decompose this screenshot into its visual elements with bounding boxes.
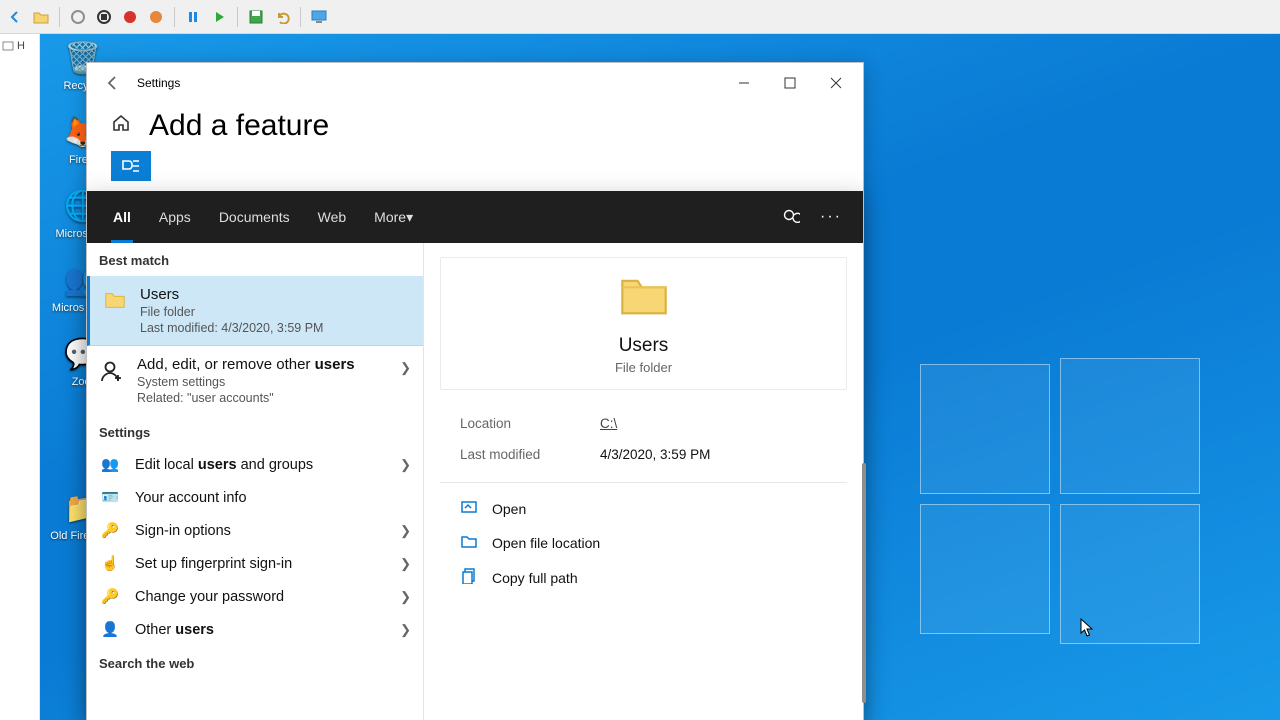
setting-label: Edit local users and groups (135, 457, 313, 473)
action-label: Open (492, 501, 526, 517)
toolbar-pause-icon[interactable] (182, 6, 204, 28)
user-add-icon (99, 356, 125, 383)
settings-section-label: Settings (87, 415, 423, 448)
setting-label: Sign-in options (135, 523, 231, 539)
setting-edit-local-users[interactable]: 👥 Edit local users and groups ❯ (87, 448, 423, 481)
users-group-icon: 👥 (99, 456, 121, 473)
toolbar-monitor-icon[interactable] (308, 6, 330, 28)
result-meta: Related: "user accounts" (137, 391, 388, 405)
setting-fingerprint[interactable]: ☝️ Set up fingerprint sign-in ❯ (87, 547, 423, 580)
action-label: Copy full path (492, 570, 578, 586)
tab-all[interactable]: All (101, 191, 143, 243)
copy-icon (460, 568, 478, 588)
toolbar-back-icon[interactable] (4, 6, 26, 28)
user-icon: 👤 (99, 621, 121, 638)
windows-logo (920, 364, 1200, 644)
setting-sign-in-options[interactable]: 🔑 Sign-in options ❯ (87, 514, 423, 547)
best-match-label: Best match (87, 243, 423, 276)
result-title: Users (140, 286, 411, 303)
result-meta: Last modified: 4/3/2020, 3:59 PM (140, 321, 411, 335)
vm-toolbar (0, 0, 1280, 34)
setting-change-password[interactable]: 🔑 Change your password ❯ (87, 580, 423, 613)
setting-account-info[interactable]: 🪪 Your account info (87, 481, 423, 514)
chevron-right-icon: ❯ (400, 556, 411, 572)
toolbar-play-icon[interactable] (208, 6, 230, 28)
desktop[interactable]: 🗑️Recycle 🦊Firefo 🌐Micros Edg 👥Micros Te… (40, 34, 1280, 720)
tab-documents[interactable]: Documents (207, 191, 302, 243)
toolbar-save-icon[interactable] (245, 6, 267, 28)
setting-label: Other users (135, 622, 214, 638)
key-icon: 🔑 (99, 522, 121, 539)
chevron-right-icon: ❯ (400, 356, 411, 376)
page-heading: Add a feature (149, 109, 329, 143)
result-title: Add, edit, or remove other users (137, 356, 388, 373)
tab-more[interactable]: More ▾ (362, 191, 425, 243)
results-column: Best match Users File folder Last modifi… (87, 243, 423, 720)
modified-value: 4/3/2020, 3:59 PM (600, 447, 710, 462)
window-titlebar[interactable]: Settings (87, 63, 863, 103)
tree-rail: H (0, 34, 40, 720)
toolbar-stop-grey-icon[interactable] (67, 6, 89, 28)
account-card-icon: 🪪 (99, 489, 121, 506)
maximize-button[interactable] (767, 68, 813, 98)
more-icon[interactable]: ··· (813, 208, 849, 226)
setting-other-users[interactable]: 👤 Other users ❯ (87, 613, 423, 646)
minimize-button[interactable] (721, 68, 767, 98)
location-label: Location (460, 416, 560, 431)
toolbar-record-icon[interactable] (119, 6, 141, 28)
action-open-location[interactable]: Open file location (454, 529, 833, 557)
location-value[interactable]: C:\ (600, 416, 617, 431)
close-button[interactable] (813, 68, 859, 98)
scroll-indicator[interactable] (862, 463, 866, 703)
folder-large-icon (618, 270, 670, 327)
modified-label: Last modified (460, 447, 560, 462)
search-web-label: Search the web (87, 646, 423, 679)
detail-type: File folder (615, 360, 672, 375)
window-title: Settings (137, 76, 180, 90)
result-subtitle: File folder (140, 305, 411, 319)
chevron-right-icon: ❯ (400, 589, 411, 605)
detail-name: Users (619, 335, 669, 357)
action-copy-path[interactable]: Copy full path (454, 563, 833, 593)
action-open[interactable]: Open (454, 495, 833, 523)
fingerprint-icon: ☝️ (99, 555, 121, 572)
search-tabs: All Apps Documents Web More ▾ ··· (87, 191, 863, 243)
toolbar-record2-icon[interactable] (145, 6, 167, 28)
open-icon (460, 500, 478, 518)
home-icon[interactable] (111, 113, 131, 139)
result-other-users-setting[interactable]: Add, edit, or remove other users System … (87, 346, 423, 415)
tab-web[interactable]: Web (306, 191, 359, 243)
folder-icon (102, 286, 128, 311)
chevron-down-icon: ▾ (406, 209, 413, 226)
detail-card: Users File folder (440, 257, 847, 390)
setting-label: Change your password (135, 589, 284, 605)
tree-item[interactable]: H (0, 38, 39, 54)
setting-label: Your account info (135, 490, 247, 506)
toolbar-undo-icon[interactable] (271, 6, 293, 28)
chevron-right-icon: ❯ (400, 523, 411, 539)
feedback-icon[interactable] (773, 208, 809, 226)
folder-open-icon (460, 534, 478, 552)
back-button[interactable] (99, 69, 127, 97)
result-best-match[interactable]: Users File folder Last modified: 4/3/202… (87, 276, 423, 346)
feature-tile[interactable] (111, 151, 151, 181)
detail-column: Users File folder Location C:\ Last modi… (423, 243, 863, 720)
tab-apps[interactable]: Apps (147, 191, 203, 243)
result-subtitle: System settings (137, 375, 388, 389)
setting-label: Set up fingerprint sign-in (135, 556, 292, 572)
toolbar-folder-icon[interactable] (30, 6, 52, 28)
chevron-right-icon: ❯ (400, 457, 411, 473)
key-icon: 🔑 (99, 588, 121, 605)
start-search-panel: All Apps Documents Web More ▾ ··· Best m… (86, 191, 864, 720)
chevron-right-icon: ❯ (400, 622, 411, 638)
action-label: Open file location (492, 535, 600, 551)
toolbar-stop-icon[interactable] (93, 6, 115, 28)
